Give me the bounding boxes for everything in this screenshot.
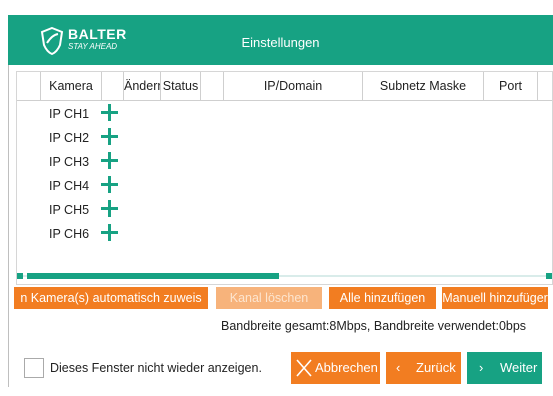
back-button[interactable]: ‹ Zurück: [386, 352, 461, 384]
channel-label: IP CH3: [49, 155, 90, 169]
window-title: Einstellungen: [241, 35, 320, 50]
channel-label: IP CH6: [49, 227, 90, 241]
camera-table: Kamera Ändern Status IP/Domain Subnetz M…: [16, 71, 553, 285]
channel-label: IP CH4: [49, 179, 90, 193]
dont-show-label: Dieses Fenster nicht wieder anzeigen.: [50, 361, 262, 375]
add-plus-icon[interactable]: [101, 128, 118, 145]
select-all-column[interactable]: [17, 72, 41, 100]
column-kamera[interactable]: Kamera: [41, 72, 102, 100]
chevron-left-icon: ‹: [396, 360, 401, 375]
bandwidth-status: Bandbreite gesamt:8Mbps, Bandbreite verw…: [221, 319, 527, 333]
column-spacer: [102, 72, 124, 100]
add-plus-icon[interactable]: [101, 224, 118, 241]
dont-show-checkbox[interactable]: [24, 358, 44, 378]
next-label: Weiter: [500, 360, 538, 375]
channel-label: IP CH1: [49, 107, 90, 121]
horizontal-scrollbar[interactable]: [17, 273, 552, 280]
add-plus-icon[interactable]: [101, 104, 118, 121]
scrollbar-left-arrow[interactable]: [17, 273, 23, 279]
cancel-label: Abbrechen: [315, 360, 378, 375]
chevron-right-icon: ›: [479, 360, 484, 375]
add-manual-button[interactable]: Manuell hinzufüger: [442, 287, 548, 309]
title-bar: BALTER STAY AHEAD Einstellungen: [8, 15, 553, 65]
close-icon: [295, 352, 313, 396]
column-spacer-2: [201, 72, 224, 100]
column-aendern[interactable]: Ändern: [124, 72, 161, 100]
column-ip-domain[interactable]: IP/Domain: [224, 72, 363, 100]
scrollbar-right-arrow[interactable]: [546, 273, 552, 279]
column-status[interactable]: Status: [161, 72, 201, 100]
column-subnet-mask[interactable]: Subnetz Maske: [363, 72, 484, 100]
delete-channel-button[interactable]: Kanal löschen: [216, 287, 322, 309]
channel-label: IP CH2: [49, 131, 90, 145]
next-button[interactable]: › Weiter: [467, 352, 542, 384]
table-header: Kamera Ändern Status IP/Domain Subnetz M…: [17, 72, 552, 101]
channel-label: IP CH5: [49, 203, 90, 217]
add-plus-icon[interactable]: [101, 152, 118, 169]
back-label: Zurück: [416, 360, 456, 375]
column-port[interactable]: Port: [484, 72, 538, 100]
auto-assign-button[interactable]: n Kamera(s) automatisch zuweis: [14, 287, 208, 309]
add-plus-icon[interactable]: [101, 176, 118, 193]
add-all-button[interactable]: Alle hinzufügen: [329, 287, 436, 309]
scrollbar-thumb[interactable]: [27, 273, 279, 279]
add-plus-icon[interactable]: [101, 200, 118, 217]
cancel-button[interactable]: Abbrechen: [291, 352, 380, 384]
